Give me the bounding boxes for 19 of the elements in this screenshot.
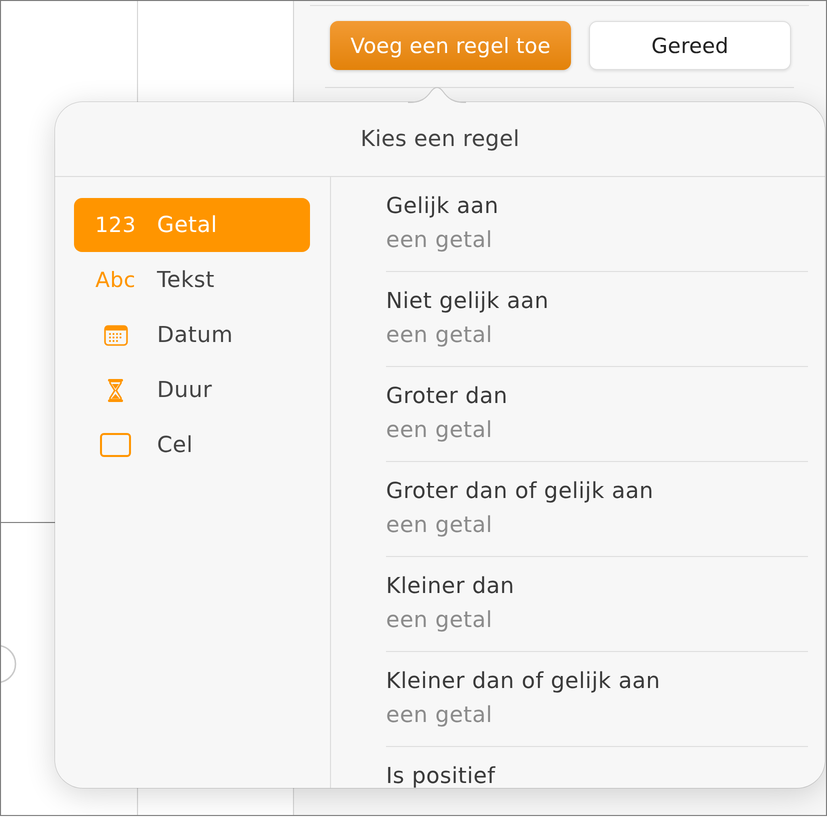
rule-option[interactable]: Niet gelijk aan een getal	[386, 272, 808, 367]
category-item[interactable]: Datum	[74, 308, 310, 362]
glyph-icon: Abc	[95, 268, 136, 292]
rule-option[interactable]: Kleiner dan een getal	[386, 557, 808, 652]
circle-outline-icon	[1, 644, 17, 684]
rule-option[interactable]: Groter dan of gelijk aan een getal	[386, 462, 808, 557]
done-button[interactable]: Gereed	[589, 21, 791, 70]
calendar-icon	[104, 324, 128, 346]
hourglass-icon	[108, 378, 123, 402]
category-item[interactable]: Duur	[74, 363, 310, 417]
category-item[interactable]: Abc Tekst	[74, 253, 310, 307]
popover-title: Kies een regel	[360, 126, 520, 152]
category-item[interactable]: Cel	[74, 418, 310, 472]
glyph-icon: 123	[95, 212, 136, 238]
rule-option[interactable]: Gelijk aan een getal	[386, 177, 808, 272]
rule-option[interactable]: Groter dan een getal	[386, 367, 808, 462]
rule-option[interactable]: Is positief	[386, 747, 808, 788]
rectangle-icon	[100, 433, 131, 457]
rule-option[interactable]: Kleiner dan of gelijk aan een getal	[386, 652, 808, 747]
